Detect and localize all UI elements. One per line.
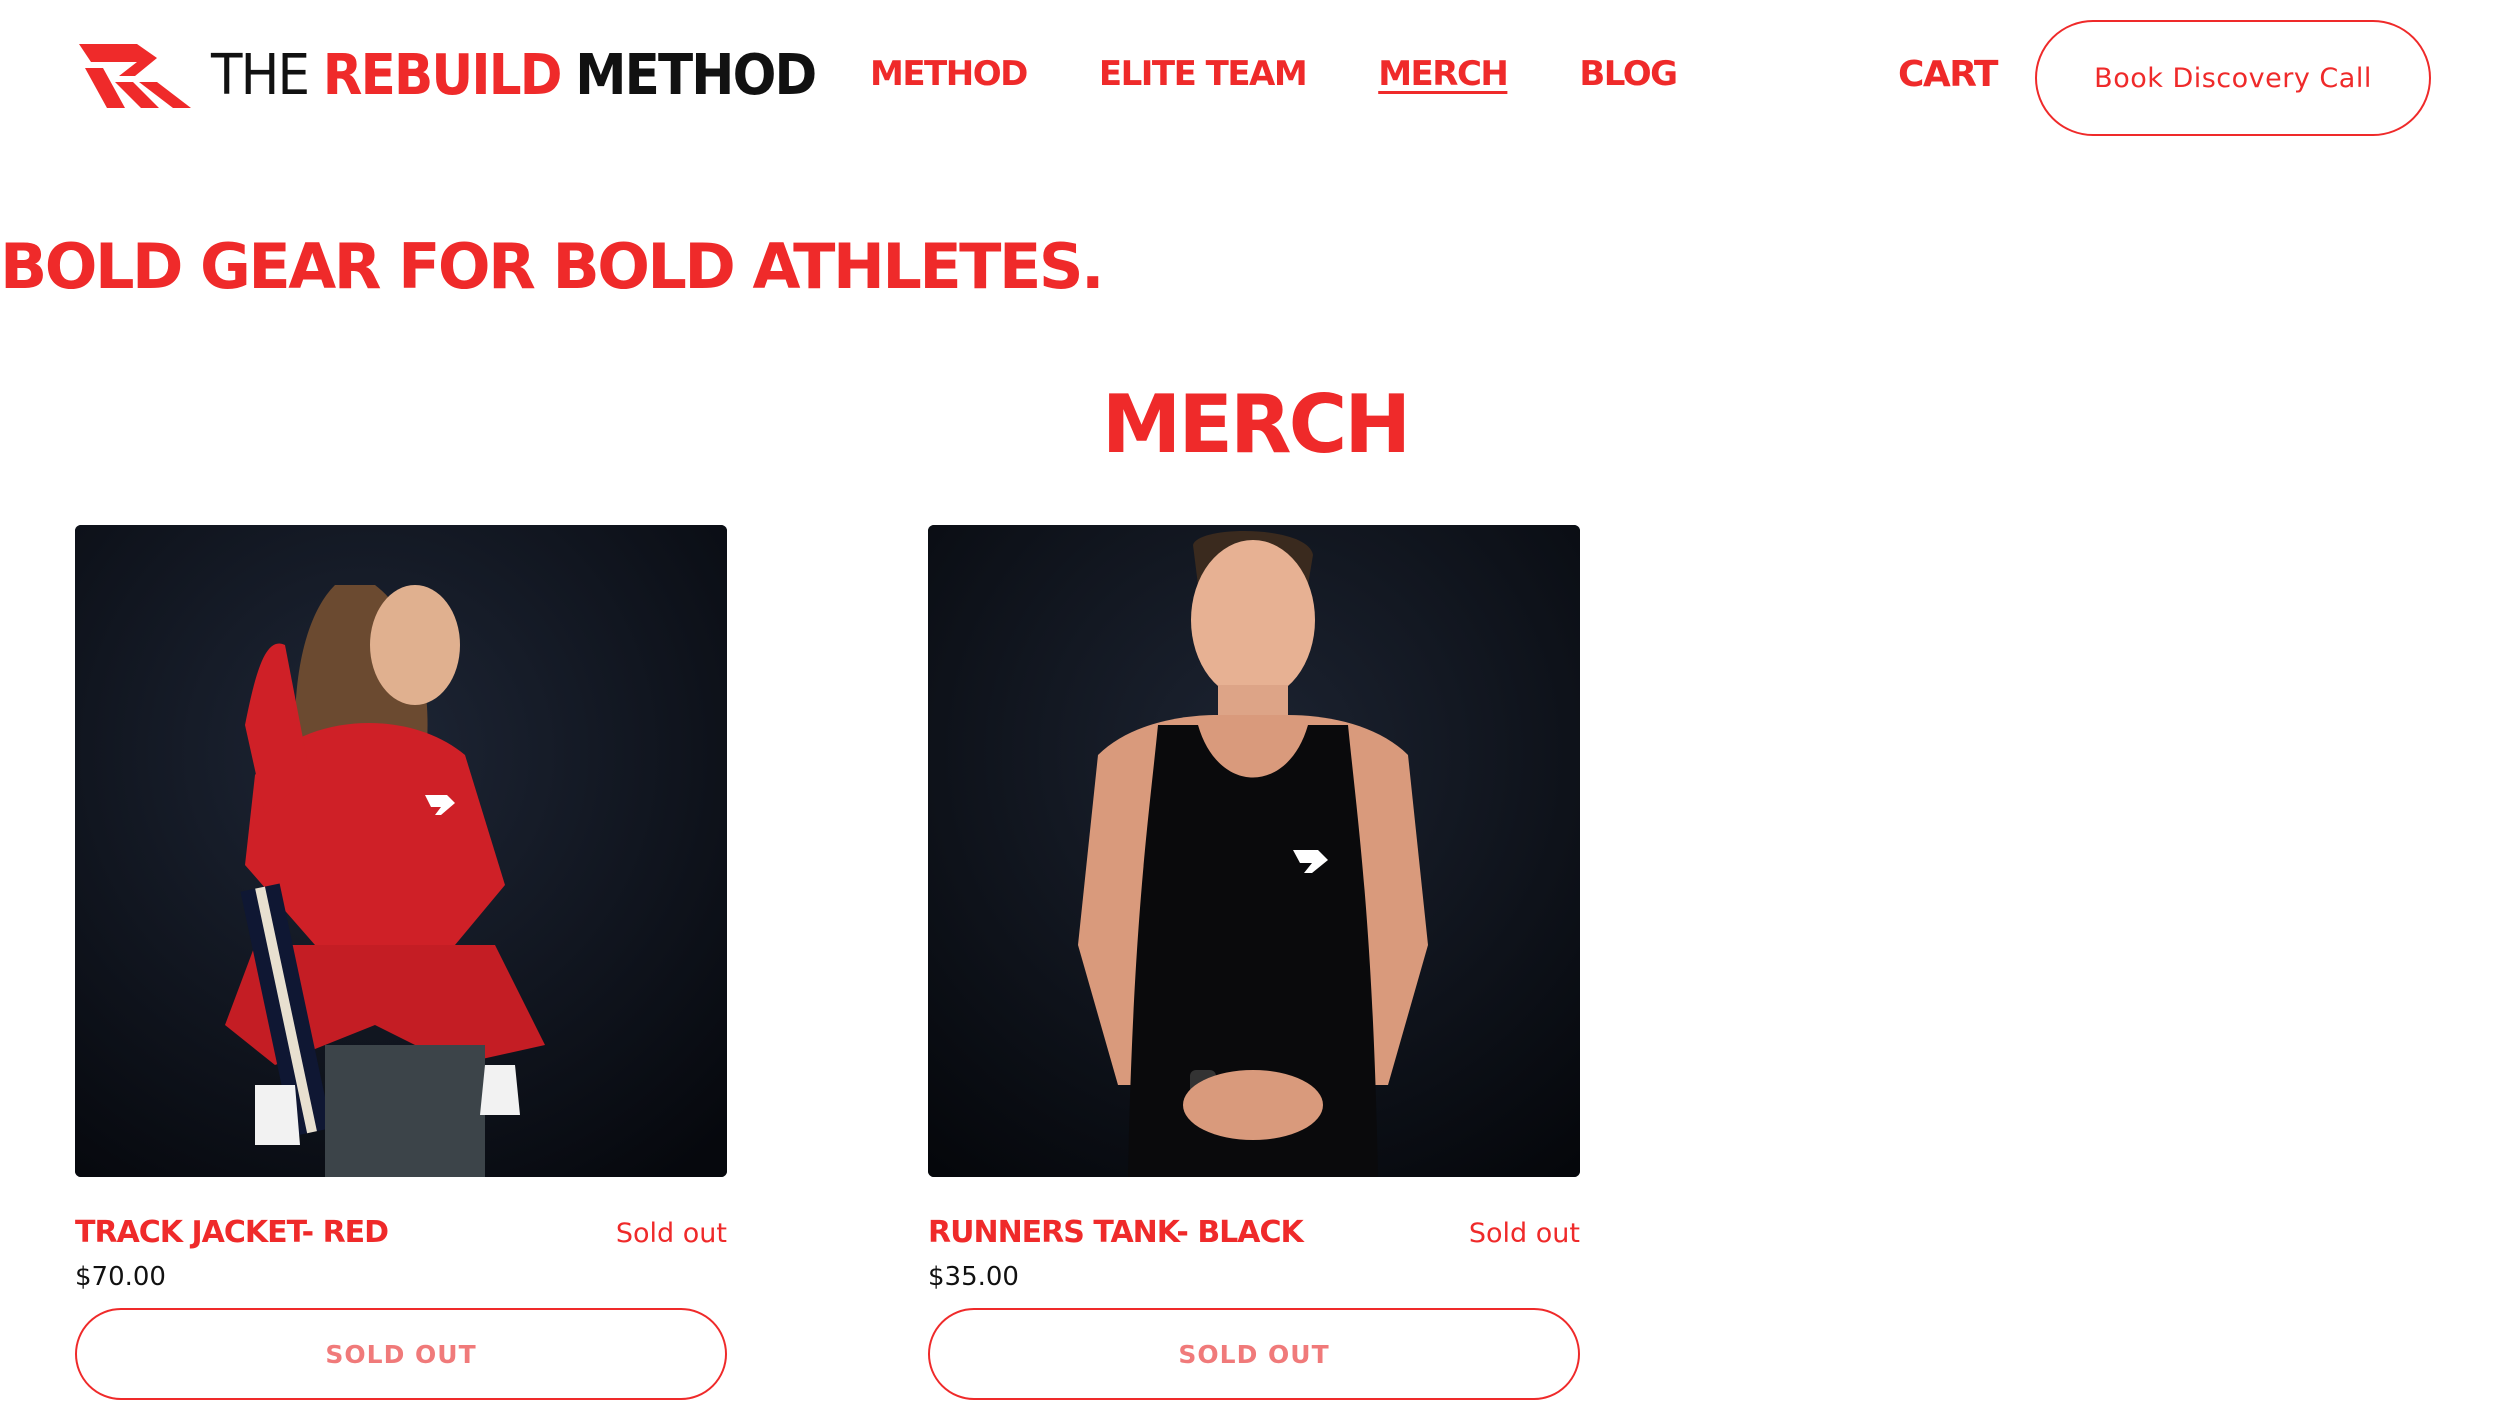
product-card: TRACK JACKET- RED Sold out $70.00 SOLD O…: [75, 525, 727, 1400]
product-image-track-jacket[interactable]: [75, 525, 727, 1177]
brand-word-method: METHOD: [575, 43, 817, 108]
product-name[interactable]: TRACK JACKET- RED: [75, 1215, 389, 1250]
sold-out-button[interactable]: SOLD OUT: [928, 1308, 1580, 1400]
product-title-row: TRACK JACKET- RED Sold out: [75, 1215, 727, 1250]
rebuild-logo-icon: [79, 44, 191, 108]
nav-item-method[interactable]: METHOD: [870, 54, 1028, 94]
product-price: $35.00: [928, 1262, 1019, 1292]
cart-link[interactable]: CART: [1898, 54, 1998, 95]
brand-wordmark: THE REBUILD METHOD: [211, 48, 817, 104]
product-status: Sold out: [1468, 1218, 1580, 1249]
nav-item-elite-team[interactable]: ELITE TEAM: [1099, 54, 1308, 94]
site-header: THE REBUILD METHOD METHOD ELITE TEAM MER…: [0, 0, 2500, 160]
product-photo: [928, 525, 1580, 1177]
product-status: Sold out: [615, 1218, 727, 1249]
main-nav: METHOD ELITE TEAM MERCH BLOG: [870, 54, 1749, 94]
sold-out-button[interactable]: SOLD OUT: [75, 1308, 727, 1400]
brand-word-the: THE: [211, 43, 310, 108]
nav-item-blog[interactable]: BLOG: [1579, 54, 1678, 94]
product-card: RUNNERS TANK- BLACK Sold out $35.00 SOLD…: [928, 525, 1580, 1400]
product-price: $70.00: [75, 1262, 166, 1292]
product-image-runners-tank[interactable]: [928, 525, 1580, 1177]
brand-logo[interactable]: THE REBUILD METHOD: [75, 38, 868, 114]
book-discovery-call-button[interactable]: Book Discovery Call: [2035, 20, 2431, 136]
nav-item-merch[interactable]: MERCH: [1378, 54, 1509, 94]
section-title: MERCH: [1101, 378, 1412, 471]
brand-word-rebuild: REBUILD: [322, 43, 563, 108]
product-title-row: RUNNERS TANK- BLACK Sold out: [928, 1215, 1580, 1250]
product-photo: [75, 525, 727, 1177]
product-name[interactable]: RUNNERS TANK- BLACK: [928, 1215, 1304, 1250]
page-tagline: BOLD GEAR FOR BOLD ATHLETES.: [0, 230, 1105, 303]
